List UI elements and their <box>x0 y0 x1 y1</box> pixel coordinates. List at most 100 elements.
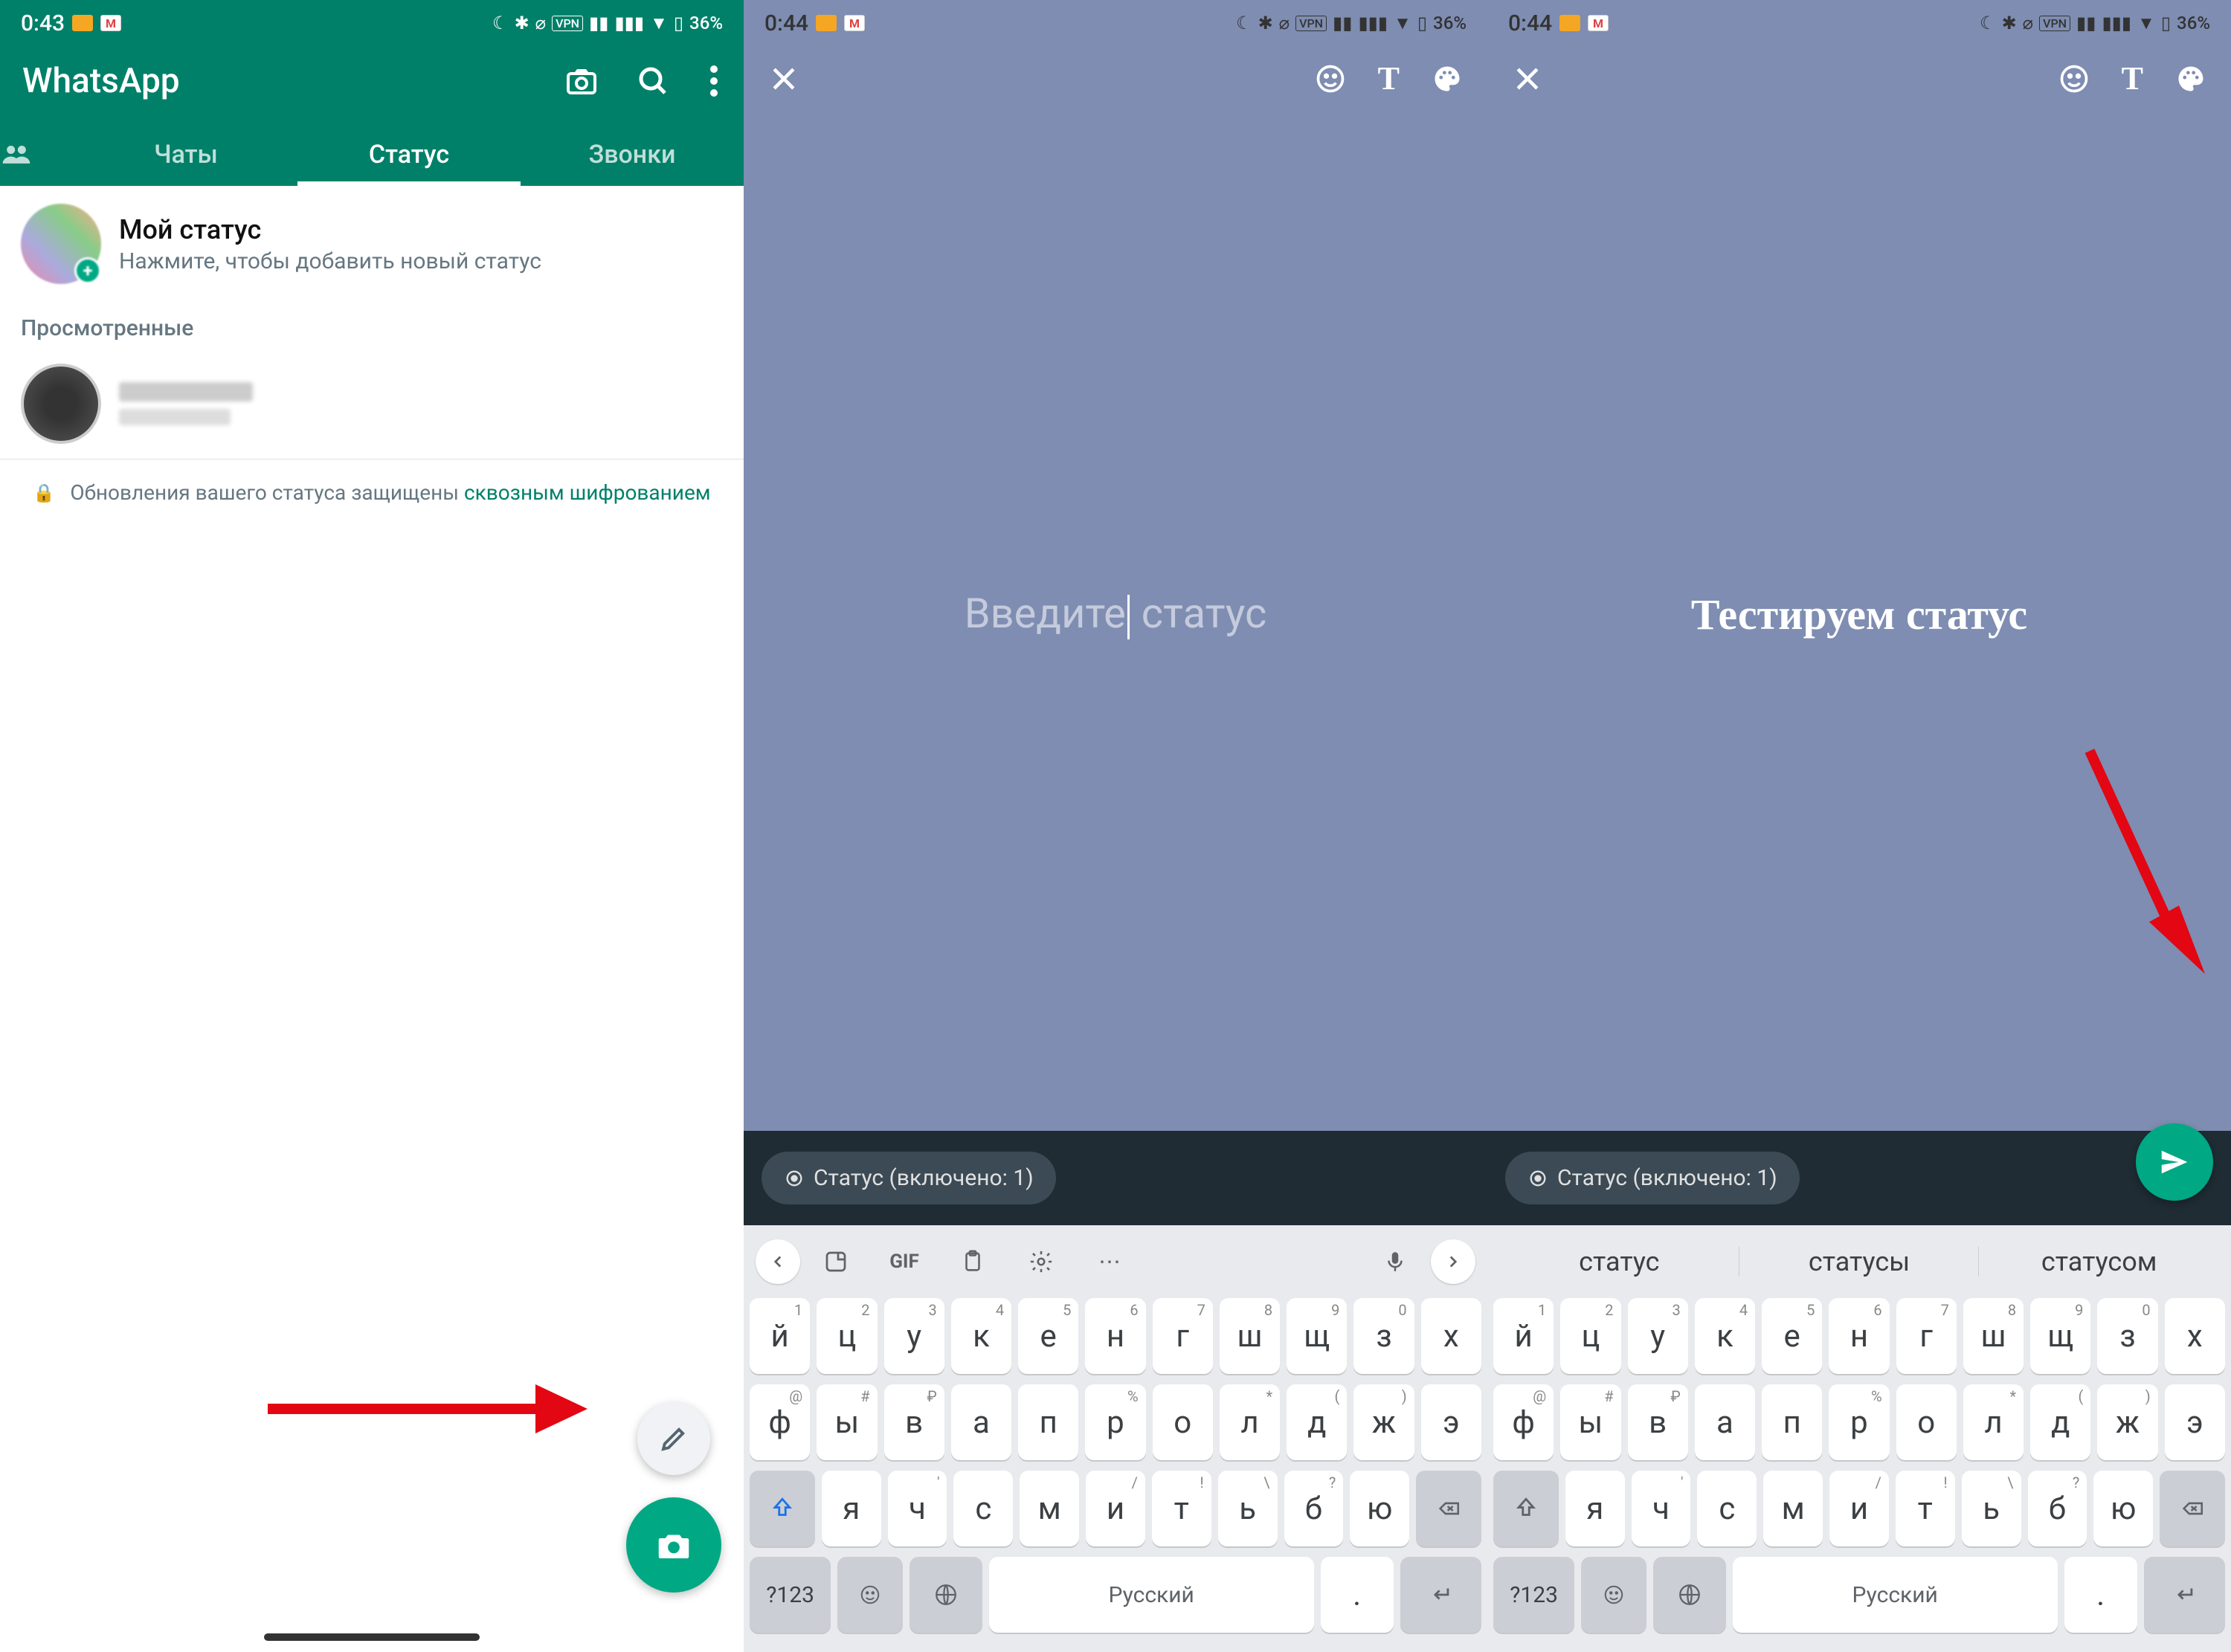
kb-key[interactable]: э <box>2165 1384 2225 1460</box>
tab-chats[interactable]: Чаты <box>74 122 297 186</box>
kb-key[interactable]: х <box>2165 1298 2225 1374</box>
kb-suggestion[interactable]: статусом <box>1979 1237 2219 1286</box>
kb-key[interactable]: ж) <box>2097 1384 2157 1460</box>
kb-key[interactable]: э <box>1421 1384 1481 1460</box>
kb-key[interactable]: й1 <box>750 1298 810 1374</box>
kb-key[interactable]: ч' <box>888 1471 947 1546</box>
font-icon[interactable]: T <box>2122 59 2143 97</box>
kb-key[interactable]: у3 <box>1628 1298 1688 1374</box>
kb-key[interactable]: с <box>953 1471 1013 1546</box>
tab-communities[interactable] <box>0 123 74 185</box>
kb-key[interactable]: т! <box>1152 1471 1211 1546</box>
encryption-link[interactable]: сквозным шифрованием <box>464 480 711 505</box>
my-status-row[interactable]: + Мой статус Нажмите, чтобы добавить нов… <box>0 186 744 302</box>
kb-key[interactable]: ю <box>1350 1471 1409 1546</box>
recipients-chip[interactable]: Статус (включено: 1) <box>1505 1152 1800 1204</box>
kb-key[interactable]: т! <box>1896 1471 1955 1546</box>
kb-gif-icon[interactable]: GIF <box>872 1236 937 1287</box>
kb-key[interactable]: н6 <box>1829 1298 1889 1374</box>
kb-key[interactable]: ш8 <box>1963 1298 2024 1374</box>
kb-key[interactable]: к4 <box>951 1298 1011 1374</box>
font-icon[interactable]: T <box>1378 59 1400 97</box>
close-icon[interactable] <box>1511 62 1544 95</box>
kb-key[interactable]: р% <box>1829 1384 1889 1460</box>
kb-key[interactable]: й1 <box>1493 1298 1554 1374</box>
kb-enter-key[interactable] <box>2144 1557 2225 1633</box>
kb-key[interactable]: м <box>1020 1471 1079 1546</box>
kb-key[interactable]: о <box>1153 1384 1213 1460</box>
recipients-chip[interactable]: Статус (включено: 1) <box>762 1152 1056 1204</box>
kb-numbers-key[interactable]: ?123 <box>750 1557 831 1633</box>
kb-numbers-key[interactable]: ?123 <box>1493 1557 1574 1633</box>
compose-text-status-button[interactable] <box>637 1402 710 1475</box>
kb-mic-icon[interactable] <box>1362 1236 1428 1287</box>
kb-key[interactable]: ф@ <box>1493 1384 1554 1460</box>
kb-key[interactable]: а <box>1695 1384 1755 1460</box>
kb-key[interactable]: е5 <box>1018 1298 1078 1374</box>
kb-key[interactable]: з0 <box>2097 1298 2157 1374</box>
kb-key[interactable]: н6 <box>1085 1298 1145 1374</box>
kb-emoji-key[interactable] <box>1581 1557 1646 1633</box>
kb-key[interactable]: ф@ <box>750 1384 810 1460</box>
status-text-input[interactable]: Введите статус <box>744 97 1487 1131</box>
send-button[interactable] <box>2136 1123 2213 1201</box>
kb-key[interactable]: ь\ <box>1962 1471 2021 1546</box>
kb-key[interactable]: щ9 <box>1287 1298 1347 1374</box>
kb-key[interactable]: д( <box>2030 1384 2090 1460</box>
kb-key[interactable]: б? <box>2028 1471 2087 1546</box>
kb-suggestion[interactable]: статус <box>1499 1237 1739 1286</box>
kb-key[interactable]: п <box>1762 1384 1822 1460</box>
kb-key[interactable]: м <box>1763 1471 1823 1546</box>
kb-nav-fwd[interactable] <box>1431 1239 1475 1284</box>
kb-key[interactable]: р% <box>1085 1384 1145 1460</box>
kb-key[interactable]: з0 <box>1353 1298 1414 1374</box>
search-icon[interactable] <box>635 63 671 99</box>
kb-key[interactable]: п <box>1018 1384 1078 1460</box>
palette-icon[interactable] <box>2174 62 2207 95</box>
kb-key[interactable]: я <box>1565 1471 1625 1546</box>
camera-icon[interactable] <box>564 63 599 99</box>
kb-settings-icon[interactable] <box>1008 1236 1074 1287</box>
kb-key[interactable]: у3 <box>884 1298 944 1374</box>
palette-icon[interactable] <box>1431 62 1464 95</box>
kb-space-key[interactable]: Русский <box>1733 1557 2058 1633</box>
kb-key[interactable]: ы# <box>1560 1384 1620 1460</box>
kb-sticker-icon[interactable] <box>803 1236 869 1287</box>
kb-key[interactable]: д( <box>1287 1384 1347 1460</box>
kb-enter-key[interactable] <box>1400 1557 1481 1633</box>
kb-key[interactable]: и/ <box>1829 1471 1889 1546</box>
status-text-input[interactable]: Тестируем статус <box>1487 97 2231 1131</box>
emoji-icon[interactable] <box>2058 62 2090 95</box>
kb-period-key[interactable]: . <box>1321 1557 1394 1633</box>
kb-key[interactable]: л* <box>1220 1384 1280 1460</box>
kb-language-key[interactable] <box>910 1557 982 1633</box>
kb-key[interactable]: ж) <box>1353 1384 1414 1460</box>
kb-key[interactable]: и/ <box>1086 1471 1145 1546</box>
kb-key[interactable]: ы# <box>817 1384 877 1460</box>
kb-key[interactable]: в₽ <box>1628 1384 1688 1460</box>
kb-key[interactable]: ь\ <box>1218 1471 1278 1546</box>
tab-calls[interactable]: Звонки <box>521 122 744 186</box>
kb-key[interactable]: ч' <box>1632 1471 1691 1546</box>
kb-key[interactable]: ц2 <box>817 1298 877 1374</box>
kb-key[interactable]: ц2 <box>1560 1298 1620 1374</box>
kb-suggestion[interactable]: статусы <box>1739 1237 1980 1286</box>
kb-key[interactable]: щ9 <box>2030 1298 2090 1374</box>
kb-key[interactable]: в₽ <box>884 1384 944 1460</box>
more-menu-icon[interactable] <box>706 63 721 99</box>
kb-shift-key[interactable] <box>1493 1471 1559 1546</box>
kb-backspace-key[interactable] <box>2160 1471 2225 1546</box>
kb-key[interactable]: ш8 <box>1220 1298 1280 1374</box>
kb-key[interactable]: а <box>951 1384 1011 1460</box>
kb-shift-key[interactable] <box>750 1471 815 1546</box>
kb-space-key[interactable]: Русский <box>989 1557 1314 1633</box>
kb-more-icon[interactable]: ⋯ <box>1077 1236 1142 1287</box>
close-icon[interactable] <box>767 62 800 95</box>
tab-status[interactable]: Статус <box>297 122 521 186</box>
kb-key[interactable]: я <box>822 1471 881 1546</box>
kb-backspace-key[interactable] <box>1416 1471 1481 1546</box>
kb-key[interactable]: г7 <box>1153 1298 1213 1374</box>
kb-language-key[interactable] <box>1653 1557 1726 1633</box>
kb-key[interactable]: е5 <box>1762 1298 1822 1374</box>
kb-nav-back[interactable] <box>756 1239 800 1284</box>
